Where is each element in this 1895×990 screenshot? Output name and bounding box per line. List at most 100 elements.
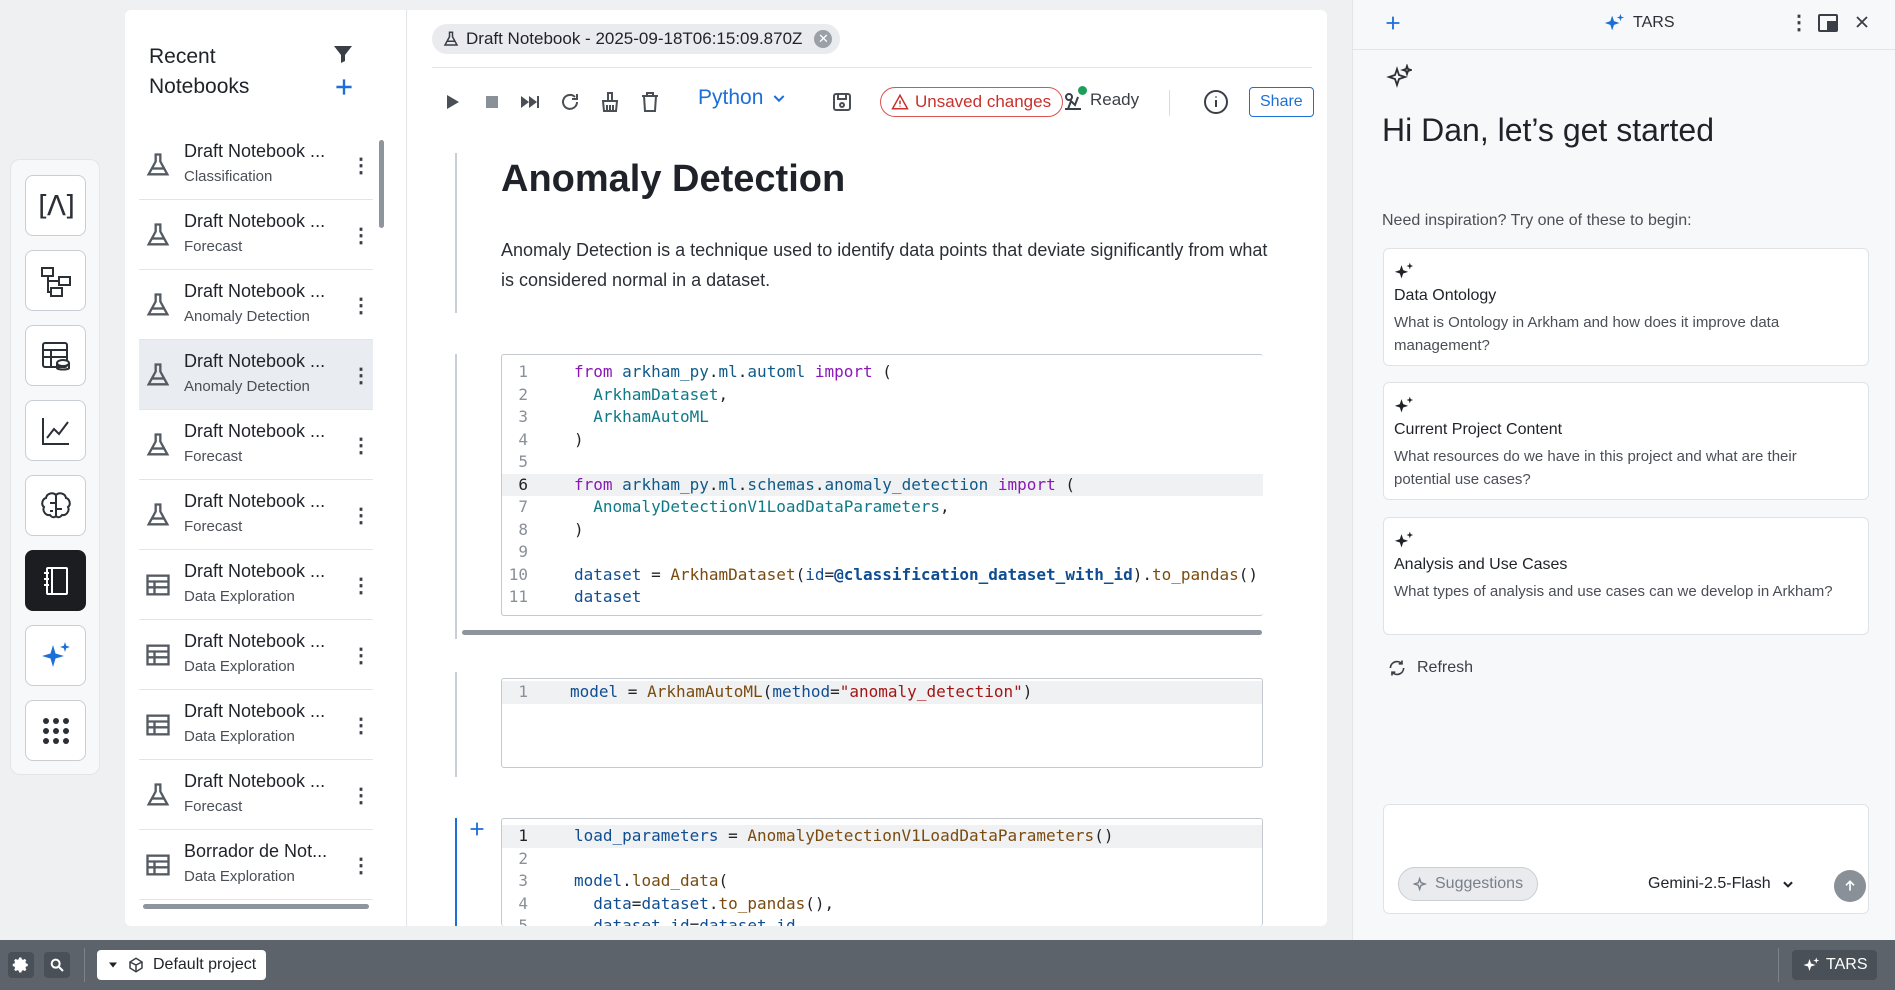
notebook-list-item[interactable]: Draft Notebook ... Anomaly Detection ⋮ — [139, 340, 373, 410]
more-options-icon[interactable]: ⋮ — [351, 713, 371, 739]
notebook-title: Draft Notebook ... — [184, 211, 326, 231]
more-options-icon[interactable]: ⋮ — [351, 293, 371, 319]
suggestion-card[interactable]: Current Project Content What resources d… — [1383, 382, 1869, 500]
notebook-title: Draft Notebook ... — [184, 141, 326, 161]
add-cell-icon[interactable] — [466, 818, 488, 840]
flask-icon — [144, 291, 172, 319]
project-selector[interactable]: Default project — [97, 950, 267, 980]
run-cell-icon[interactable] — [440, 90, 464, 114]
suggestion-description: What resources do we have in this projec… — [1394, 448, 1797, 488]
more-options-icon[interactable]: ⋮ — [1789, 10, 1809, 36]
assistant-header: TARS ⋮ — [1353, 0, 1895, 50]
notebook-list-item[interactable]: Draft Notebook ... Data Exploration ⋮ — [139, 550, 373, 620]
notebook-type: Anomaly Detection — [184, 308, 310, 325]
dock-panel-icon[interactable] — [1818, 14, 1838, 32]
stop-icon[interactable] — [480, 90, 504, 114]
sparkle-icon — [1394, 531, 1414, 548]
chat-input[interactable]: Suggestions Gemini-2.5-Flash — [1383, 804, 1869, 914]
table-icon — [144, 711, 172, 739]
more-options-icon[interactable]: ⋮ — [351, 223, 371, 249]
settings-button[interactable] — [8, 952, 34, 978]
notebook-list-item[interactable]: Draft Notebook ... Anomaly Detection ⋮ — [139, 270, 373, 340]
notebook-type: Forecast — [184, 448, 243, 465]
cell-horizontal-scrollbar[interactable] — [462, 630, 1262, 635]
workspace-card: Recent Notebooks Draft Notebook ... Class… — [125, 10, 1415, 926]
kernel-status-dot — [1078, 86, 1087, 95]
sparkle-icon — [1386, 64, 1412, 88]
notebook-type: Forecast — [184, 238, 243, 255]
gear-icon — [12, 957, 28, 973]
more-options-icon[interactable]: ⋮ — [351, 783, 371, 809]
status-bar-divider — [84, 948, 85, 982]
refresh-button[interactable]: Refresh — [1387, 658, 1473, 678]
more-options-icon[interactable]: ⋮ — [351, 153, 371, 179]
close-tab-icon[interactable]: ✕ — [814, 30, 833, 48]
code-cell[interactable]: 1 load_parameters = AnomalyDetectionV1Loa… — [501, 818, 1263, 926]
assistant-title: TARS — [1603, 12, 1674, 34]
notebook-tab[interactable]: Draft Notebook - 2025-09-18T06:15:09.870… — [432, 24, 841, 54]
notebook-list-item[interactable]: Draft Notebook ... Forecast ⋮ — [139, 200, 373, 270]
lambda-icon[interactable]: [Λ] — [25, 175, 86, 236]
code-cell[interactable]: 1 model = ArkhamAutoML(method="anomaly_de… — [501, 678, 1263, 768]
suggestion-card[interactable]: Data Ontology What is Ontology in Arkham… — [1383, 248, 1869, 366]
notebook-list-item[interactable]: Draft Notebook ... Forecast ⋮ — [139, 760, 373, 830]
send-button[interactable] — [1834, 870, 1866, 902]
more-options-icon[interactable]: ⋮ — [351, 853, 371, 879]
share-button[interactable]: Share — [1249, 87, 1314, 117]
sparkle-icon[interactable] — [25, 625, 86, 686]
add-notebook-icon[interactable] — [331, 74, 357, 100]
notebook-list-item[interactable]: Draft Notebook ... Data Exploration ⋮ — [139, 690, 373, 760]
more-options-icon[interactable]: ⋮ — [351, 573, 371, 599]
tab-divider — [432, 67, 1312, 68]
pipeline-icon[interactable] — [25, 250, 86, 311]
app-rail: [Λ] — [10, 159, 100, 775]
notebook-list-item[interactable]: Draft Notebook ... Classification ⋮ — [139, 130, 373, 200]
cell-indicator — [455, 153, 457, 313]
cell-indicator — [455, 354, 457, 639]
flask-icon — [144, 361, 172, 389]
brain-icon[interactable] — [25, 475, 86, 536]
apps-grid-icon[interactable] — [25, 700, 86, 761]
model-select[interactable]: Gemini-2.5-Flash — [1648, 875, 1795, 893]
notebook-editor: Draft Notebook - 2025-09-18T06:15:09.870… — [408, 10, 1415, 926]
more-options-icon[interactable]: ⋮ — [351, 503, 371, 529]
clear-outputs-icon[interactable] — [598, 90, 622, 114]
suggestion-description: What is Ontology in Arkham and how does … — [1394, 314, 1780, 354]
caret-down-icon — [109, 962, 117, 968]
unsaved-changes-badge: Unsaved changes — [880, 87, 1064, 117]
chart-icon[interactable] — [25, 400, 86, 461]
recent-notebooks-panel: Recent Notebooks Draft Notebook ... Class… — [125, 10, 407, 926]
notebook-type: Data Exploration — [184, 868, 295, 885]
list-horizontal-scrollbar[interactable] — [143, 904, 369, 909]
tars-button[interactable]: TARS — [1792, 950, 1878, 980]
notebook-icon[interactable] — [25, 550, 86, 611]
tars-label: TARS — [1826, 956, 1868, 973]
notebook-list-item[interactable]: Draft Notebook ... Forecast ⋮ — [139, 410, 373, 480]
more-options-icon[interactable]: ⋮ — [351, 433, 371, 459]
notebook-list-item[interactable]: Draft Notebook ... Data Exploration ⋮ — [139, 620, 373, 690]
dataset-icon[interactable] — [25, 325, 86, 386]
suggestion-card[interactable]: Analysis and Use Cases What types of ana… — [1383, 517, 1869, 635]
language-select[interactable]: Python — [698, 86, 787, 110]
more-options-icon[interactable]: ⋮ — [351, 363, 371, 389]
greeting: Hi Dan, let’s get started — [1382, 112, 1715, 148]
restart-icon[interactable] — [558, 90, 582, 114]
notebook-list-item[interactable]: Borrador de Not... Data Exploration ⋮ — [139, 830, 373, 900]
notebook-list-item[interactable]: Draft Notebook ... Forecast ⋮ — [139, 480, 373, 550]
run-all-icon[interactable] — [518, 90, 542, 114]
delete-cell-icon[interactable] — [638, 90, 662, 114]
save-icon[interactable] — [830, 90, 854, 114]
info-icon[interactable] — [1203, 89, 1229, 115]
filter-icon[interactable] — [331, 42, 355, 66]
notebook-type: Forecast — [184, 798, 243, 815]
suggestion-title: Current Project Content — [1394, 421, 1563, 438]
suggestions-button[interactable]: Suggestions — [1398, 867, 1539, 901]
search-button[interactable] — [44, 952, 70, 978]
flask-icon — [144, 221, 172, 249]
new-chat-icon[interactable] — [1382, 12, 1404, 34]
close-icon[interactable] — [1852, 12, 1872, 32]
code-cell[interactable]: 1 from arkham_py.ml.automl import ( 2 Ark… — [501, 354, 1263, 616]
more-options-icon[interactable]: ⋮ — [351, 643, 371, 669]
list-scrollbar[interactable] — [379, 140, 384, 228]
notebook-title: Draft Notebook ... — [184, 561, 326, 581]
